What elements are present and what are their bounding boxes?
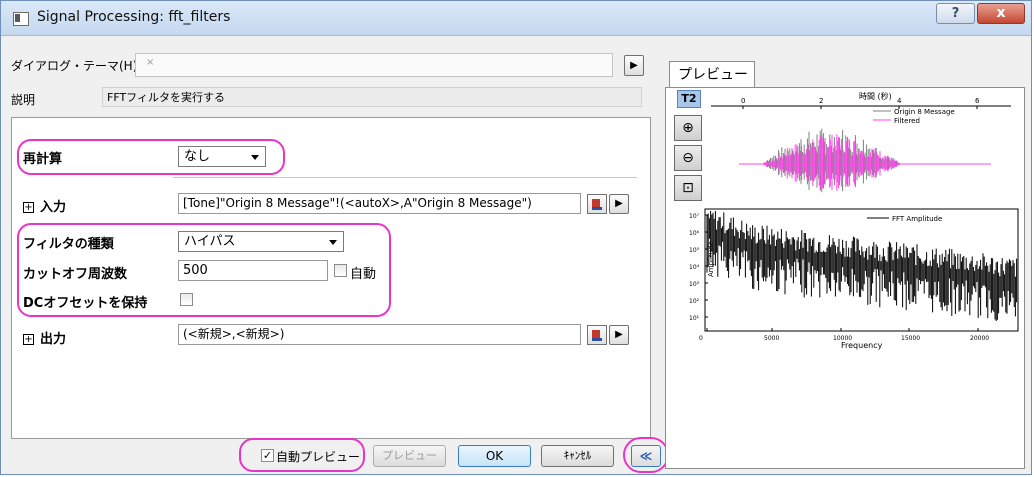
output-select-range-icon[interactable]	[587, 325, 607, 345]
help-button[interactable]: ?	[936, 3, 975, 24]
expand-output-icon[interactable]: +	[23, 334, 34, 345]
divider	[173, 177, 637, 178]
dialog-window: Signal Processing: fft_filters ? x ダイアログ…	[0, 0, 1032, 475]
close-button[interactable]: x	[977, 3, 1025, 24]
zoom-in-icon[interactable]: ⊕	[674, 115, 702, 141]
theme-label: ダイアログ・テーマ(H)	[11, 59, 138, 73]
zoom-out-icon[interactable]: ⊖	[674, 145, 702, 171]
title-bar[interactable]: Signal Processing: fft_filters ? x	[1, 1, 1031, 36]
output-section[interactable]: + 出力	[23, 328, 66, 347]
theme-input[interactable]	[135, 53, 613, 77]
auto-cutoff-label: 自動	[350, 267, 377, 282]
collapse-preview-button[interactable]: ≪	[631, 445, 661, 467]
theme-menu-button[interactable]: ▶	[624, 55, 644, 76]
dc-offset-label: DCオフセットを保持	[23, 296, 148, 311]
filter-type-value: ハイパス	[184, 234, 236, 249]
cutoff-label: カットオフ周波数	[23, 267, 128, 282]
cutoff-frequency-input[interactable]: 500	[178, 260, 328, 281]
theme-clear-icon[interactable]: ×	[146, 57, 154, 68]
input-menu-button[interactable]: ▶	[609, 194, 629, 214]
window-title: Signal Processing: fft_filters	[37, 9, 231, 25]
filter-type-dropdown[interactable]: ハイパス	[178, 231, 344, 252]
filter-type-label: フィルタの種類	[23, 237, 114, 252]
input-label: 入力	[40, 200, 67, 215]
tab-preview[interactable]: プレビュー	[669, 61, 755, 89]
input-section[interactable]: + 入力	[23, 196, 66, 215]
output-field[interactable]: (<新規>,<新規>)	[178, 324, 581, 345]
cancel-button[interactable]: ｷｬﾝｾﾙ	[541, 445, 614, 467]
recalc-dropdown[interactable]: なし	[178, 146, 266, 167]
preview-panel	[665, 87, 1025, 469]
preview-button[interactable]: プレビュー	[373, 445, 446, 467]
description-field: FFTフィルタを実行する	[102, 87, 642, 107]
app-icon	[13, 12, 29, 26]
auto-cutoff-checkbox[interactable]	[334, 264, 347, 277]
recalc-label: 再計算	[23, 152, 63, 167]
input-range-field[interactable]: [Tone]"Origin 8 Message"!(<autoX>,A"Orig…	[178, 193, 581, 214]
description-label: 説明	[11, 93, 36, 107]
dc-offset-checkbox[interactable]	[180, 293, 193, 306]
output-label: 出力	[40, 332, 67, 347]
input-select-range-icon[interactable]	[587, 194, 607, 214]
zoom-fit-icon[interactable]: ⊡	[674, 175, 702, 201]
chevron-down-icon	[329, 240, 337, 245]
chevron-down-icon	[251, 155, 259, 160]
t2-button[interactable]: T2	[677, 90, 701, 108]
auto-preview-checkbox[interactable]: ✓	[261, 449, 274, 462]
ok-button[interactable]: OK	[458, 445, 531, 467]
recalc-value: なし	[184, 149, 211, 164]
output-menu-button[interactable]: ▶	[609, 325, 629, 345]
expand-input-icon[interactable]: +	[23, 202, 34, 213]
auto-preview-label: 自動プレビュー	[276, 450, 361, 464]
